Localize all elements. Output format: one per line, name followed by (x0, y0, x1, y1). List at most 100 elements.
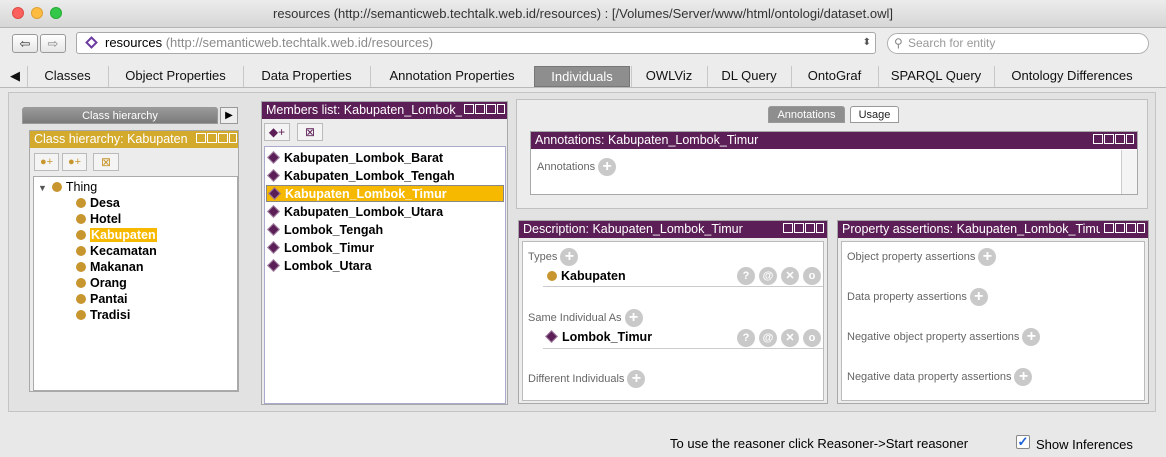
class-icon (547, 271, 557, 281)
explain-icon[interactable]: ? (737, 267, 755, 285)
panel-ctl-icon[interactable] (218, 133, 228, 143)
add-type-icon[interactable]: + (560, 248, 579, 266)
annotations-header: Annotations: Kabupaten_Lombok_Timur (531, 132, 1137, 149)
show-inferences-label[interactable]: Show Inferences (1036, 437, 1133, 452)
same-individual-item-lombok-timur[interactable]: Lombok_Timur (545, 330, 652, 344)
class-item-pantai[interactable]: Pantai (76, 292, 128, 306)
tab-class-hierarchy[interactable]: Class hierarchy (22, 107, 218, 124)
add-negative-object-property-icon[interactable]: + (1022, 328, 1041, 346)
tab-annotations[interactable]: Annotations (768, 106, 845, 123)
ontology-address-field[interactable]: resources (http://semanticweb.techtalk.w… (76, 32, 876, 54)
tab-ontograf[interactable]: OntoGraf (791, 66, 877, 87)
delete-icon[interactable]: ✕ (781, 267, 799, 285)
panel-close-icon[interactable] (1126, 134, 1134, 144)
add-subclass-icon[interactable]: ●+ (34, 153, 59, 171)
panel-ctl-icon[interactable] (464, 104, 474, 114)
add-annotation-icon[interactable]: + (598, 158, 617, 176)
panel-ctl-icon[interactable] (196, 133, 206, 143)
add-sibling-class-icon[interactable]: ●+ (62, 153, 87, 171)
description-body: Types + Kabupaten ? @ ✕ o Same Individual… (522, 241, 824, 401)
panel-close-icon[interactable] (1137, 223, 1145, 233)
annotate-icon[interactable]: @ (759, 329, 777, 347)
member-item-kabupaten-lombok-barat[interactable]: Kabupaten_Lombok_Barat (267, 151, 443, 165)
add-object-property-icon[interactable]: + (978, 248, 997, 266)
tab-individuals[interactable]: Individuals (534, 66, 630, 87)
member-item-kabupaten-lombok-tengah[interactable]: Kabupaten_Lombok_Tengah (267, 169, 455, 183)
panel-ctl-icon[interactable] (486, 104, 496, 114)
member-item-kabupaten-lombok-timur[interactable]: Kabupaten_Lombok_Timur (266, 185, 504, 202)
edit-icon[interactable]: o (803, 267, 821, 285)
address-dropdown-icon[interactable]: ⬍ (863, 33, 871, 53)
class-item-kecamatan[interactable]: Kecamatan (76, 244, 157, 258)
class-item-tradisi[interactable]: Tradisi (76, 308, 130, 322)
panel-ctl-icon[interactable] (1104, 134, 1114, 144)
class-label: Orang (90, 276, 127, 290)
types-row: Types + (528, 248, 579, 266)
member-item-lombok-tengah[interactable]: Lombok_Tengah (267, 223, 383, 237)
tab-dl-query[interactable]: DL Query (707, 66, 790, 87)
panel-ctl-icon[interactable] (207, 133, 217, 143)
panel-ctl-icon[interactable] (805, 223, 815, 233)
members-list-header: Members list: Kabupaten_Lombok_Timur (262, 102, 507, 119)
members-list-title: Members list: Kabupaten_Lombok_Timur (266, 103, 462, 117)
class-item-desa[interactable]: Desa (76, 196, 120, 210)
tab-scroll-left-icon[interactable]: ◀ (4, 66, 26, 87)
data-property-row: Data property assertions + (847, 288, 988, 306)
type-item-kabupaten[interactable]: Kabupaten (547, 269, 626, 283)
forward-button[interactable]: ⇨ (40, 34, 66, 53)
panel-ctl-icon[interactable] (1126, 223, 1136, 233)
panel-close-icon[interactable] (229, 133, 237, 143)
add-negative-data-property-icon[interactable]: + (1014, 368, 1033, 386)
class-icon (76, 214, 86, 224)
data-property-label: Data property assertions (847, 291, 967, 304)
edit-icon[interactable]: o (803, 329, 821, 347)
class-item-hotel[interactable]: Hotel (76, 212, 121, 226)
delete-class-icon[interactable]: ⊠ (93, 153, 119, 171)
panel-ctl-icon[interactable] (1093, 134, 1103, 144)
class-item-orang[interactable]: Orang (76, 276, 127, 290)
tab-usage[interactable]: Usage (850, 106, 899, 123)
add-data-property-icon[interactable]: + (969, 288, 988, 306)
annotate-icon[interactable]: @ (759, 267, 777, 285)
panel-ctl-icon[interactable] (794, 223, 804, 233)
tab-annotation-properties[interactable]: Annotation Properties (370, 66, 533, 87)
add-individual-icon[interactable]: ◆+ (264, 123, 290, 141)
object-property-label: Object property assertions (847, 251, 976, 264)
panel-ctl-icon[interactable] (783, 223, 793, 233)
tab-data-properties[interactable]: Data Properties (243, 66, 369, 87)
expand-icon[interactable]: ▼ (38, 183, 47, 193)
class-item-kabupaten[interactable]: Kabupaten (76, 228, 157, 242)
explain-icon[interactable]: ? (737, 329, 755, 347)
panel-ctl-icon[interactable] (1115, 134, 1125, 144)
class-icon (76, 230, 86, 240)
member-label: Kabupaten_Lombok_Utara (284, 205, 444, 219)
back-button[interactable]: ⇦ (12, 34, 38, 53)
panel-ctl-icon[interactable] (1104, 223, 1114, 233)
tab-ontology-differences[interactable]: Ontology Differences (994, 66, 1149, 87)
delete-icon[interactable]: ✕ (781, 329, 799, 347)
panel-scroll-right-icon[interactable]: ▶ (220, 107, 238, 124)
window-title: resources (http://semanticweb.techtalk.w… (273, 6, 893, 21)
class-item-makanan[interactable]: Makanan (76, 260, 144, 274)
panel-ctl-icon[interactable] (1115, 223, 1125, 233)
tab-owlviz[interactable]: OWLViz (631, 66, 706, 87)
show-inferences-checkbox[interactable]: ✓ (1016, 435, 1030, 449)
member-item-lombok-utara[interactable]: Lombok_Utara (267, 259, 372, 273)
class-label: Desa (90, 196, 120, 210)
panel-close-icon[interactable] (816, 223, 824, 233)
tree-root-thing[interactable]: ▼ Thing (38, 180, 97, 194)
search-entity-input[interactable]: ⚲ Search for entity (887, 33, 1149, 54)
tab-classes[interactable]: Classes (27, 66, 107, 87)
panel-ctl-icon[interactable] (475, 104, 485, 114)
tab-object-properties[interactable]: Object Properties (108, 66, 242, 87)
delete-individual-icon[interactable]: ⊠ (297, 123, 323, 141)
tab-sparql-query[interactable]: SPARQL Query (878, 66, 993, 87)
member-label: Kabupaten_Lombok_Timur (285, 187, 447, 201)
member-item-lombok-timur[interactable]: Lombok_Timur (267, 241, 374, 255)
add-different-individual-icon[interactable]: + (627, 370, 646, 388)
panel-close-icon[interactable] (497, 104, 505, 114)
class-icon (76, 246, 86, 256)
annotations-scrollbar[interactable] (1121, 150, 1137, 194)
member-item-kabupaten-lombok-utara[interactable]: Kabupaten_Lombok_Utara (267, 205, 444, 219)
add-same-individual-icon[interactable]: + (624, 309, 643, 327)
